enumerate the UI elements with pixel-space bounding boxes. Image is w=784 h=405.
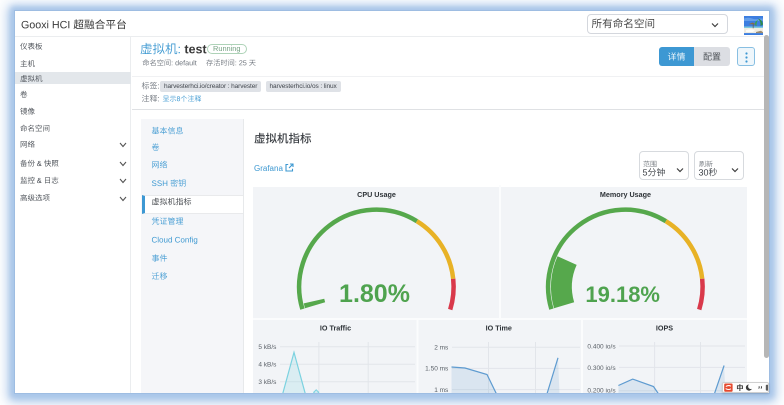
svg-text:IO Traffic: IO Traffic bbox=[320, 324, 351, 333]
svg-text:CPU Usage: CPU Usage bbox=[357, 190, 396, 199]
svg-text:Memory Usage: Memory Usage bbox=[600, 190, 651, 199]
svg-text:5 kB/s: 5 kB/s bbox=[258, 344, 277, 351]
svg-text:0.200 io/s: 0.200 io/s bbox=[587, 387, 616, 393]
svg-text:0.300 io/s: 0.300 io/s bbox=[587, 365, 616, 372]
svg-text:1.50 ms: 1.50 ms bbox=[425, 366, 449, 373]
svg-text:4 kB/s: 4 kB/s bbox=[258, 362, 277, 369]
svg-text:19.18%: 19.18% bbox=[585, 282, 660, 307]
svg-text:1 ms: 1 ms bbox=[434, 387, 449, 393]
svg-text:IO Time: IO Time bbox=[486, 324, 512, 333]
svg-text:IOPS: IOPS bbox=[656, 324, 673, 333]
svg-text:0.400 io/s: 0.400 io/s bbox=[587, 344, 616, 351]
svg-text:1.80%: 1.80% bbox=[339, 280, 410, 308]
svg-text:3 kB/s: 3 kB/s bbox=[258, 379, 277, 386]
svg-text:2 ms: 2 ms bbox=[434, 345, 449, 352]
